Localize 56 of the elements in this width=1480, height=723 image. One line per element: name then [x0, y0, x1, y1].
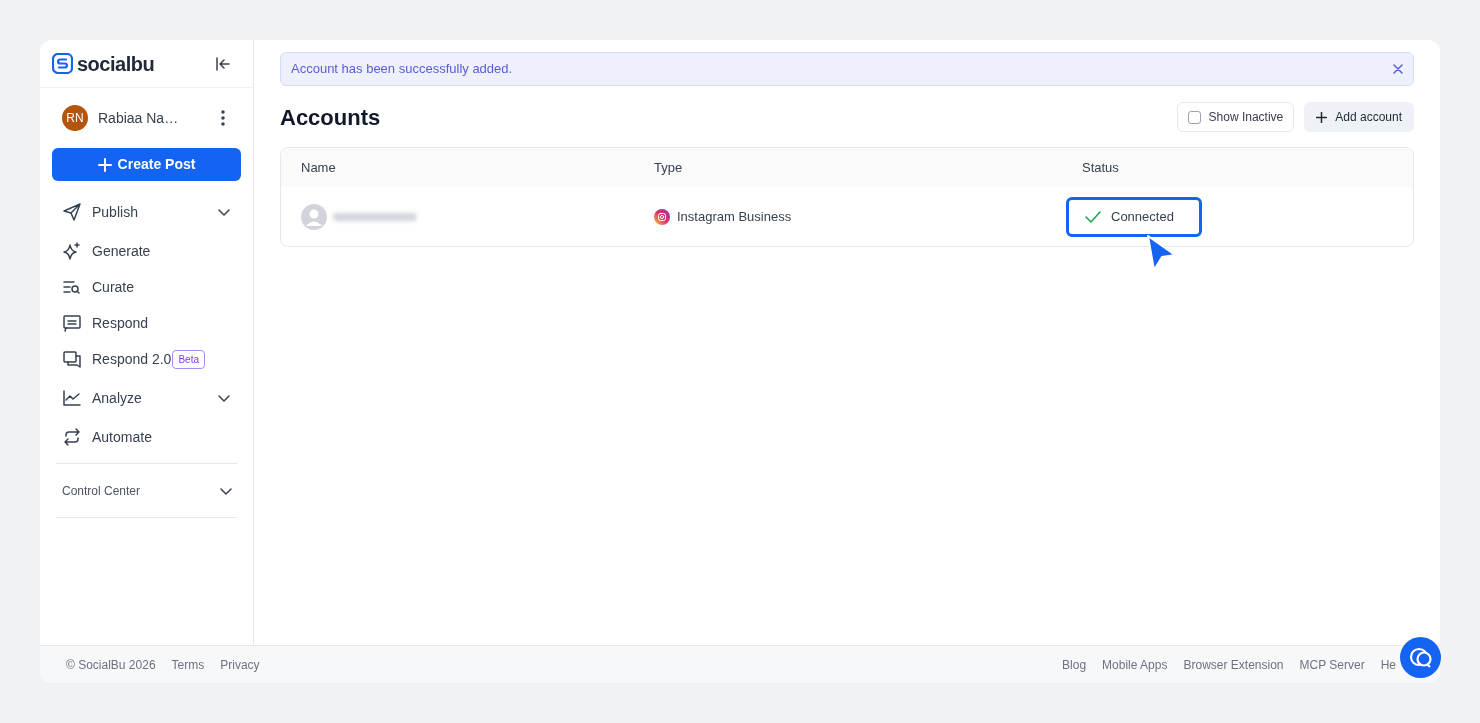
close-button[interactable]	[1393, 64, 1403, 74]
copyright-text: © SocialBu 2026	[66, 656, 156, 674]
avatar-placeholder-icon	[301, 203, 327, 230]
more-vertical-icon	[221, 110, 225, 126]
plus-icon	[1316, 111, 1328, 123]
nav-label: Curate	[92, 277, 135, 297]
status-label: Connected	[1066, 196, 1202, 237]
collapse-sidebar-button[interactable]	[215, 56, 231, 71]
column-header: Type	[654, 159, 683, 175]
footer-link[interactable]: Blog	[1062, 655, 1087, 674]
footer-link[interactable]: He	[1380, 655, 1396, 674]
user-avatar: RN	[62, 105, 88, 131]
create-post-button[interactable]: Create Post	[52, 148, 241, 181]
nav-item[interactable]: Automate	[52, 419, 241, 455]
nav-label: Publish	[92, 202, 138, 222]
camera-icon	[654, 208, 670, 225]
beta-badge: Beta	[172, 349, 205, 369]
nav-label: Respond	[92, 313, 149, 333]
nav-item[interactable]: Generate	[52, 233, 241, 269]
sparkle-icon	[62, 241, 82, 261]
nav-item[interactable]: Analyze	[52, 379, 241, 417]
nav-item[interactable]: Respond	[52, 305, 241, 341]
check-icon	[1085, 210, 1101, 223]
column-header: Name	[301, 159, 336, 175]
nav-label: Automate	[92, 427, 152, 447]
page-title: Accounts	[280, 103, 381, 132]
paper-plane-icon	[62, 202, 82, 222]
section-label: Control Center	[62, 482, 141, 500]
collapse-icon	[215, 56, 231, 71]
table-cell-text: Instagram Business	[677, 207, 792, 226]
close-icon	[1393, 64, 1403, 74]
nav-label: Analyze	[92, 388, 142, 408]
logo-icon	[52, 53, 73, 74]
message-icon	[62, 313, 82, 333]
footer-link[interactable]: Mobile Apps	[1102, 655, 1168, 674]
brand-name: socialbu	[77, 51, 155, 77]
nav-item[interactable]: Curate	[52, 269, 241, 305]
footer-link[interactable]: MCP Server	[1299, 655, 1365, 674]
user-name: Rabiaa Na…	[98, 108, 180, 128]
repeat-icon	[62, 427, 82, 447]
nav-label: Respond 2.0	[92, 349, 172, 369]
nav-label: Generate	[92, 241, 151, 261]
nav-item[interactable]: Respond 2.0 Beta	[52, 341, 241, 377]
add-account-button[interactable]: Add account	[1304, 102, 1414, 132]
checkbox[interactable]	[1187, 110, 1201, 124]
alert-message: Account has been successfully added.	[291, 60, 513, 79]
messages-icon	[62, 349, 82, 369]
column-header: Status	[1082, 159, 1119, 175]
footer-link[interactable]: Privacy	[220, 655, 260, 674]
more-button[interactable]	[221, 110, 225, 126]
nav-item[interactable]: Publish	[52, 193, 241, 231]
plus-icon	[97, 157, 112, 172]
chat-icon	[1408, 646, 1433, 669]
footer-link[interactable]: Terms	[171, 655, 205, 674]
line-chart-icon	[62, 388, 82, 408]
footer-link[interactable]: Browser Extension	[1183, 655, 1284, 674]
